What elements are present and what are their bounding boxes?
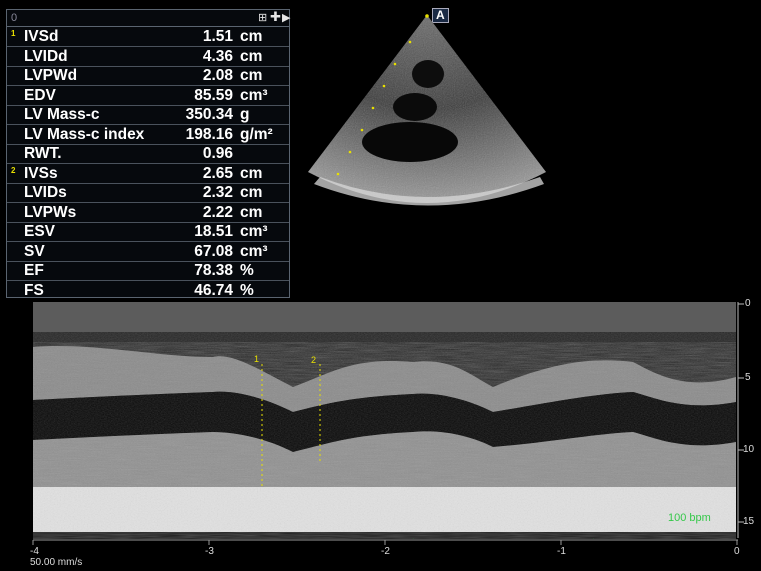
measurement-value: 198.16 bbox=[185, 125, 233, 143]
measurement-unit: cm³ bbox=[240, 223, 268, 240]
measurement-row[interactable]: EDV 85.59 cm³ bbox=[7, 86, 289, 106]
depth-label-0: 0 bbox=[745, 298, 751, 309]
measurement-value: 350.34 bbox=[185, 106, 233, 123]
2d-sector-image bbox=[308, 14, 546, 206]
measurement-label: LV Mass-c bbox=[24, 106, 100, 123]
measurement-unit: cm bbox=[240, 184, 263, 201]
measurement-label: LVPWs bbox=[24, 203, 77, 221]
measurement-value: 2.65 bbox=[202, 164, 233, 182]
expand-arrow-icon[interactable]: ▶ bbox=[282, 11, 290, 25]
heart-rate: 100 bpm bbox=[668, 512, 711, 524]
measurement-row[interactable]: LV Mass-c 350.34 g bbox=[7, 105, 289, 125]
measurement-unit: cm³ bbox=[240, 242, 268, 260]
measurement-unit: % bbox=[240, 281, 254, 299]
caliper-marker-2: 2 bbox=[311, 355, 317, 365]
measurement-row[interactable]: LVPWs 2.22 cm bbox=[7, 203, 289, 223]
measurement-label: LV Mass-c index bbox=[24, 125, 145, 143]
measurement-label: RWT. bbox=[24, 145, 62, 162]
measurement-value: 1.51 bbox=[202, 28, 233, 45]
measurement-label: IVSd bbox=[24, 28, 59, 45]
measurement-label: IVSs bbox=[24, 164, 58, 182]
caliper-marker-1: 1 bbox=[254, 354, 260, 364]
panel-index: 0 bbox=[11, 12, 18, 24]
measurement-row[interactable]: LVIDs 2.32 cm bbox=[7, 183, 289, 203]
measurement-unit: g/m² bbox=[240, 125, 273, 143]
measurement-row[interactable]: SV 67.08 cm³ bbox=[7, 242, 289, 262]
measurement-row[interactable]: 1 IVSd 1.51 cm bbox=[7, 27, 289, 47]
depth-label-15: 15 bbox=[743, 516, 755, 527]
depth-label-5: 5 bbox=[745, 372, 751, 383]
move-icon[interactable]: ✚ bbox=[270, 10, 281, 24]
measurement-unit: cm bbox=[240, 67, 263, 84]
measurement-row[interactable]: 2 IVSs 2.65 cm bbox=[7, 164, 289, 184]
time-label-minus4: -4 bbox=[30, 546, 39, 557]
measurement-label: ESV bbox=[24, 223, 56, 240]
measurement-label: EDV bbox=[24, 86, 56, 104]
measurement-unit: cm bbox=[240, 164, 263, 182]
measurement-row[interactable]: ESV 18.51 cm³ bbox=[7, 222, 289, 242]
sweep-speed: 50.00 mm/s bbox=[30, 557, 83, 568]
measurement-value: 46.74 bbox=[194, 281, 233, 299]
time-label-0: 0 bbox=[734, 546, 740, 557]
depth-label-10: 10 bbox=[743, 444, 755, 455]
measurement-row[interactable]: EF 78.38% bbox=[7, 261, 289, 281]
measurement-value: 18.51 bbox=[194, 223, 233, 240]
measurement-row[interactable]: FS 46.74% bbox=[7, 281, 289, 300]
measurement-label: LVPWd bbox=[24, 67, 78, 84]
measurement-marker: 1 bbox=[11, 29, 16, 38]
measurement-panel: 0 ⊞ ✚ ▶ 1 IVSd 1.51 cm LVIDd 4.36 cm LVPWd 2.08 c… bbox=[6, 9, 290, 300]
measurement-unit: cm bbox=[240, 203, 263, 221]
measurement-label: LVIDs bbox=[24, 184, 67, 201]
time-label-minus2: -2 bbox=[381, 546, 390, 557]
measurement-row[interactable]: LVIDd 4.36 cm bbox=[7, 47, 289, 67]
measurement-value: 0.96 bbox=[202, 145, 233, 162]
measurement-row[interactable]: LV Mass-c index 198.16 g/m² bbox=[7, 125, 289, 145]
measurement-value: 4.36 bbox=[202, 47, 233, 65]
time-label-minus1: -1 bbox=[557, 546, 566, 557]
measurement-label: FS bbox=[24, 281, 44, 299]
measurement-value: 2.32 bbox=[202, 184, 233, 201]
measurement-row[interactable]: LVPWd 2.08 cm bbox=[7, 66, 289, 86]
panel-toolbar: 0 ⊞ ✚ ▶ bbox=[7, 10, 290, 27]
measurement-unit: cm bbox=[240, 47, 263, 65]
measurement-unit: cm³ bbox=[240, 86, 268, 104]
measurement-value: 67.08 bbox=[194, 242, 233, 260]
measurement-label: EF bbox=[24, 262, 44, 279]
m-mode-trace bbox=[33, 302, 736, 539]
measurement-label: LVIDd bbox=[24, 47, 68, 65]
depth-scale bbox=[737, 302, 744, 538]
time-label-minus3: -3 bbox=[205, 546, 214, 557]
measurement-row[interactable]: RWT. 0.96 bbox=[7, 144, 289, 164]
measurement-marker: 2 bbox=[11, 165, 16, 175]
measurement-value: 85.59 bbox=[194, 86, 233, 104]
measurement-unit: cm bbox=[240, 28, 263, 45]
window-icon[interactable]: ⊞ bbox=[258, 11, 267, 25]
lv-cavity bbox=[362, 122, 458, 162]
measurement-value: 2.08 bbox=[202, 67, 233, 84]
measurement-unit: % bbox=[240, 262, 254, 279]
measurement-value: 2.22 bbox=[202, 203, 233, 221]
measurement-value: 78.38 bbox=[194, 262, 233, 279]
measurement-label: SV bbox=[24, 242, 45, 260]
measurement-unit: g bbox=[240, 106, 250, 123]
